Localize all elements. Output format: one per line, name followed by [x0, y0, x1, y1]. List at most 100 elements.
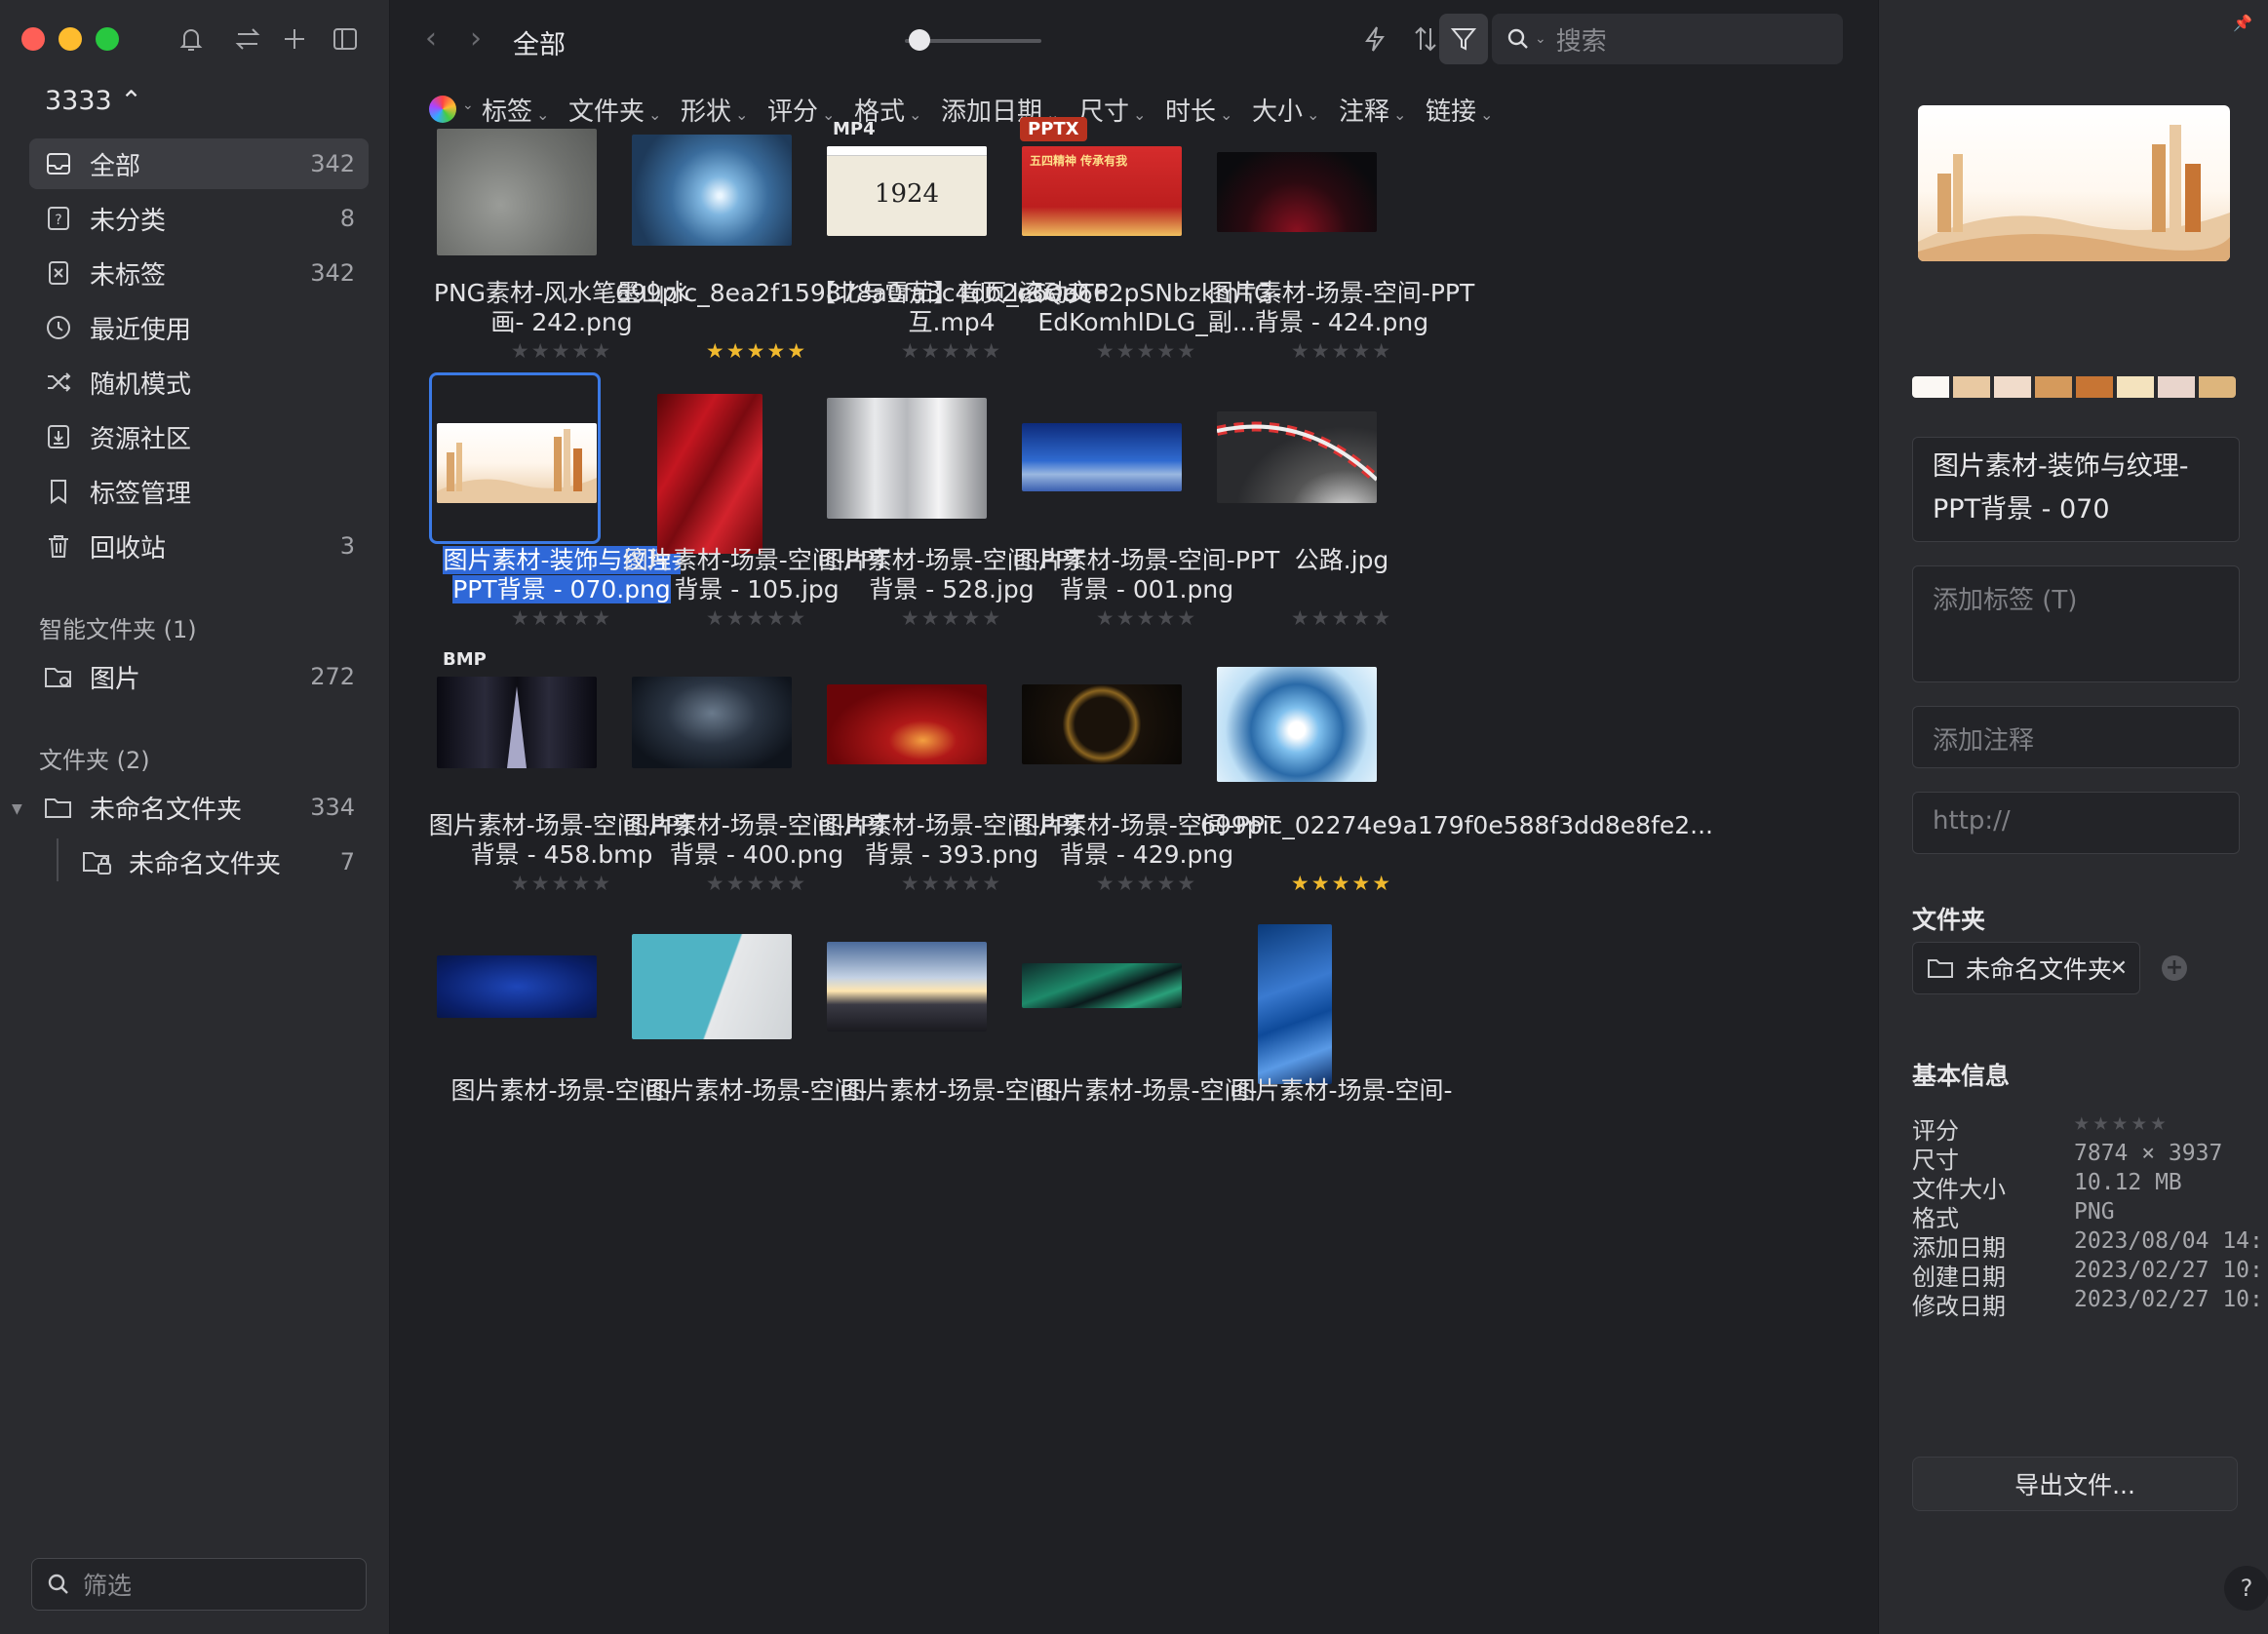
asset-thumbnail[interactable]	[437, 129, 597, 255]
sidebar-item-tag-manager[interactable]: 标签管理	[29, 466, 369, 517]
sidebar-item-untagged[interactable]: 未标签 342	[29, 248, 369, 298]
folder-chip[interactable]: 未命名文件夹 ✕	[1912, 942, 2140, 994]
rating-stars[interactable]: ★★★★★	[1215, 606, 1468, 630]
sidebar-item-unclassified[interactable]: ? 未分类 8	[29, 193, 369, 244]
sidebar-item-all[interactable]: 全部 342	[29, 138, 369, 189]
filter-funnel-icon[interactable]	[1439, 14, 1488, 64]
subfolder-unnamed[interactable]: 未命名文件夹 7	[68, 836, 369, 887]
smart-folders-heading[interactable]: 智能文件夹 (1)	[39, 610, 197, 644]
filter-9[interactable]: 注释 ⌄	[1339, 92, 1406, 128]
asset-thumbnail[interactable]	[1022, 684, 1182, 764]
palette-swatch[interactable]	[2199, 376, 2236, 398]
info-value: 2023/02/27 10:	[2074, 1258, 2263, 1283]
asset-thumbnail[interactable]	[632, 677, 792, 768]
shuffle-icon	[41, 365, 76, 400]
asset-thumbnail[interactable]	[632, 135, 792, 246]
asset-thumbnail[interactable]	[657, 394, 763, 554]
swap-arrows-icon[interactable]	[228, 19, 267, 58]
bell-icon[interactable]	[172, 19, 211, 58]
rating-stars[interactable]: ★★★★★	[1215, 339, 1468, 363]
folders-heading[interactable]: 文件夹 (2)	[39, 741, 150, 775]
asset-thumbnail[interactable]	[827, 684, 987, 764]
folder-unnamed[interactable]: 未命名文件夹 334	[29, 782, 369, 833]
sidebar-item-community[interactable]: 资源社区	[29, 411, 369, 462]
asset-thumbnail[interactable]	[437, 677, 597, 768]
filter-6[interactable]: 尺寸 ⌄	[1078, 92, 1146, 128]
rating-stars[interactable]: ★★★★★	[1215, 872, 1468, 895]
plus-icon[interactable]	[275, 19, 314, 58]
sidebar-item-random[interactable]: 随机模式	[29, 357, 369, 408]
help-button[interactable]: ?	[2224, 1566, 2268, 1611]
close-window-button[interactable]	[21, 27, 45, 51]
tag-input[interactable]: 添加标签 (T)	[1912, 565, 2240, 682]
back-button[interactable]: ‹	[425, 21, 437, 56]
clock-icon	[41, 310, 76, 345]
palette-swatch[interactable]	[2117, 376, 2154, 398]
asset-thumbnail[interactable]	[1022, 423, 1182, 491]
palette-swatch[interactable]	[2158, 376, 2195, 398]
filter-2[interactable]: 形状 ⌄	[681, 92, 748, 128]
tree-line	[57, 838, 59, 881]
note-input[interactable]: 添加注释	[1912, 706, 2240, 768]
info-value: 2023/02/27 10:	[2074, 1287, 2263, 1312]
palette-swatch[interactable]	[1912, 376, 1949, 398]
minimize-window-button[interactable]	[59, 27, 82, 51]
sidebar-filter-input[interactable]: 筛选	[31, 1558, 367, 1611]
asset-thumbnail[interactable]	[1258, 924, 1332, 1084]
palette-swatch[interactable]	[1994, 376, 2031, 398]
rating-stars[interactable]: ★★★★★	[2074, 1108, 2170, 1137]
asset-thumbnail[interactable]	[1217, 667, 1377, 782]
filter-0[interactable]: 标签 ⌄	[482, 92, 549, 128]
asset-thumbnail[interactable]	[632, 934, 792, 1039]
smart-folder-images[interactable]: 图片 272	[29, 651, 369, 702]
app-window: 3333 ⌃ 全部 342 ? 未分类 8 未标签 342 最近使用 随机模式 …	[0, 0, 2268, 1634]
palette-swatch[interactable]	[1953, 376, 1990, 398]
color-filter-icon[interactable]	[429, 96, 456, 123]
asset-name[interactable]: 699pic_02274e9a179f0e588f3dd8e8fe2...	[1200, 811, 1713, 840]
slide-banner-text: 五四精神 传承有我	[1030, 154, 1128, 168]
asset-thumbnail[interactable]	[827, 398, 987, 519]
sidebar-item-label: 资源社区	[90, 424, 192, 454]
sidebar-item-recent[interactable]: 最近使用	[29, 302, 369, 353]
asset-thumbnail[interactable]	[1217, 152, 1377, 232]
palette-swatch[interactable]	[2076, 376, 2113, 398]
search-input[interactable]: ⌄ 搜索	[1492, 14, 1843, 64]
chevron-down-icon: ⌄	[1133, 105, 1147, 124]
zoom-window-button[interactable]	[96, 27, 119, 51]
palette-swatch[interactable]	[2035, 376, 2072, 398]
library-switcher[interactable]: 3333 ⌃	[45, 86, 142, 116]
sidebar-toggle-icon[interactable]	[326, 19, 365, 58]
main-content: ‹ › 全部 ⌄ 搜索 ⌄ 标签 ⌄ 文件夹 ⌄ 形状 ⌄ 评分 ⌄ 格式 ⌄ 添加日期 ⌄ 尺寸 ⌄ 时长…	[390, 0, 1878, 1634]
asset-thumbnail[interactable]	[437, 955, 597, 1018]
asset-thumbnail[interactable]	[1022, 963, 1182, 1008]
info-value: PNG	[2074, 1199, 2115, 1225]
chevron-down-icon[interactable]: ⌄	[1535, 31, 1546, 47]
add-folder-button[interactable]: +	[2162, 955, 2187, 981]
chevron-down-icon: ⌄	[1220, 105, 1233, 124]
filter-7[interactable]: 时长 ⌄	[1165, 92, 1232, 128]
chevron-down-icon: ⌄	[735, 105, 749, 124]
lightning-icon[interactable]	[1355, 19, 1394, 58]
sidebar-item-trash[interactable]: 回收站 3	[29, 521, 369, 571]
asset-thumbnail[interactable]: 五四精神 传承有我	[1022, 146, 1182, 236]
pin-icon[interactable]: 📌	[2233, 14, 2252, 32]
asset-name[interactable]: 图片素材-场景-空间-	[1200, 1076, 1483, 1106]
export-file-button[interactable]: 导出文件...	[1912, 1457, 2238, 1511]
filter-10[interactable]: 链接 ⌄	[1426, 92, 1493, 128]
filter-8[interactable]: 大小 ⌄	[1252, 92, 1319, 128]
asset-name[interactable]: 图片素材-场景-空间-PPT背景 - 424.png	[1200, 279, 1483, 337]
remove-folder-button[interactable]: ✕	[2110, 956, 2128, 981]
asset-name[interactable]: 公路.jpg	[1200, 546, 1483, 575]
asset-thumbnail[interactable]	[827, 942, 987, 1031]
chevron-down-icon[interactable]: ⌄	[462, 97, 474, 113]
filter-1[interactable]: 文件夹 ⌄	[568, 92, 661, 128]
preview-image[interactable]	[1918, 105, 2230, 261]
slider-handle[interactable]	[909, 29, 930, 51]
forward-button[interactable]: ›	[470, 21, 482, 56]
sidebar-item-label: 随机模式	[90, 370, 192, 400]
disclosure-triangle-icon[interactable]: ▼	[12, 801, 22, 817]
url-input[interactable]: http://	[1912, 792, 2240, 854]
asset-thumbnail[interactable]	[1217, 411, 1377, 503]
title-field[interactable]: 图片素材-装饰与纹理-PPT背景 - 070	[1912, 437, 2240, 542]
asset-thumbnail[interactable]: 1924	[827, 146, 987, 236]
